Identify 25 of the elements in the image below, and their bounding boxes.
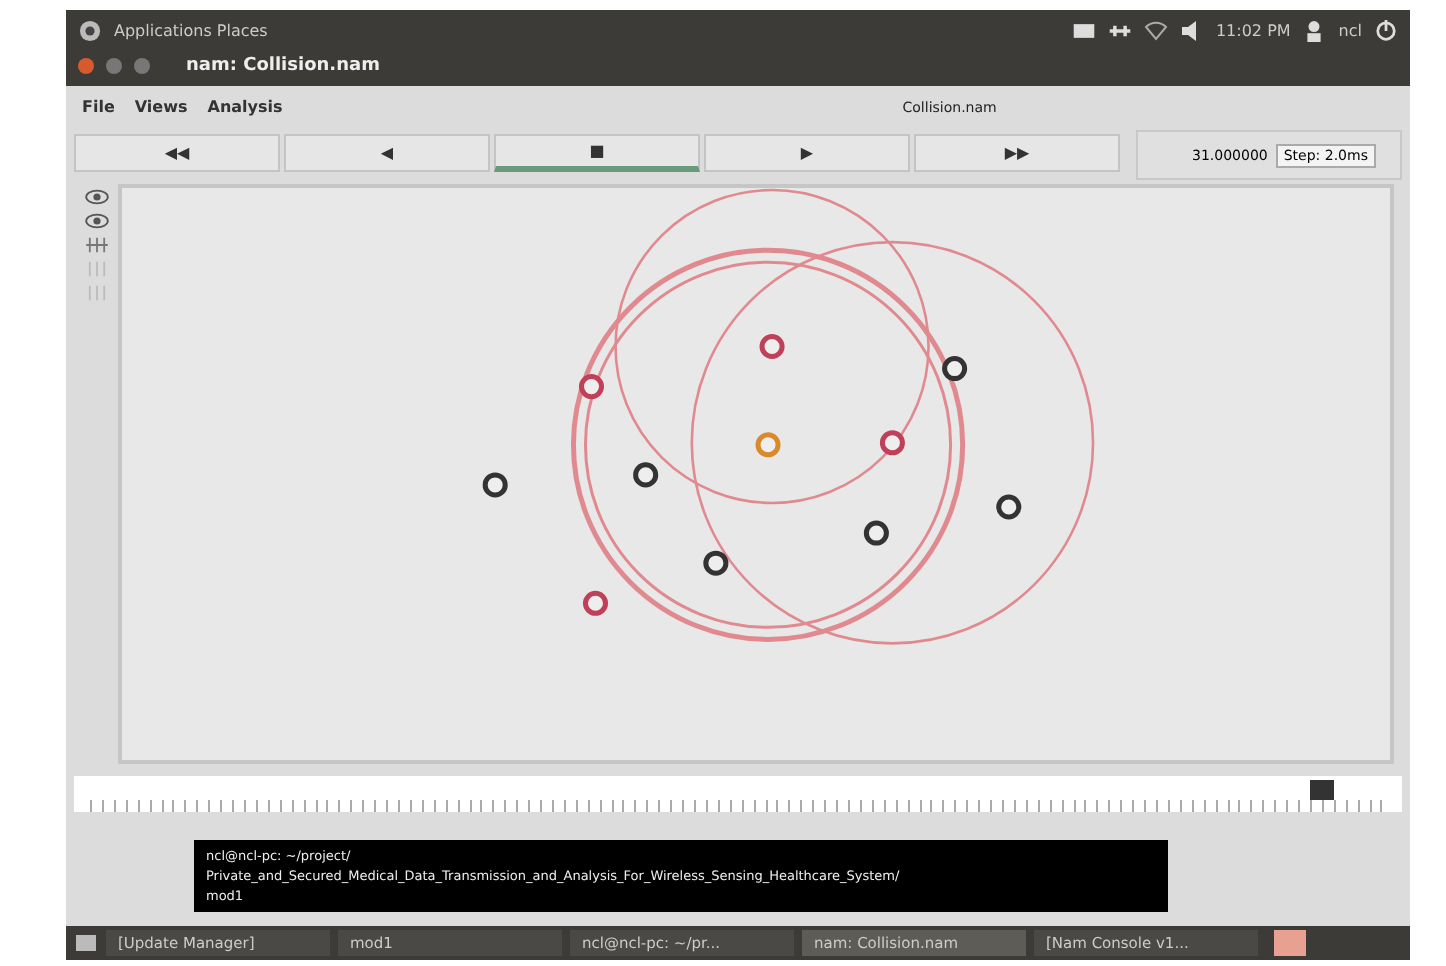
user-name[interactable]: ncl	[1338, 22, 1362, 40]
user-icon[interactable]	[1302, 20, 1327, 42]
eye-icon[interactable]	[83, 188, 109, 207]
playback-button[interactable]: ▶▶	[914, 133, 1120, 173]
menu-item[interactable]: File	[82, 98, 115, 117]
timeline-slider[interactable]	[74, 776, 1402, 813]
show-desktop-icon[interactable]	[74, 932, 98, 955]
eye-icon[interactable]	[83, 212, 109, 231]
menu-item[interactable]: Views	[134, 98, 188, 117]
wifi-icon[interactable]	[1143, 20, 1168, 42]
window-title: nam: Collision.nam	[186, 55, 380, 75]
panel-menu[interactable]: Applications Places	[114, 22, 268, 40]
grid-icon[interactable]	[83, 236, 109, 255]
playback-button[interactable]: ■	[494, 133, 700, 173]
minimize-button[interactable]	[106, 57, 122, 73]
playback-button[interactable]: ◀	[284, 133, 490, 173]
menu-item[interactable]: Analysis	[207, 98, 283, 117]
close-button[interactable]	[78, 57, 94, 73]
ubuntu-logo-icon[interactable]	[78, 20, 102, 42]
slider-thumb[interactable]	[1309, 780, 1334, 801]
power-icon[interactable]	[1374, 20, 1398, 42]
playback-button[interactable]: ◀◀	[74, 133, 280, 173]
clock[interactable]: 11:02 PM	[1215, 22, 1291, 40]
maximize-button[interactable]	[134, 57, 150, 73]
playback-button[interactable]: ▶	[704, 133, 910, 173]
